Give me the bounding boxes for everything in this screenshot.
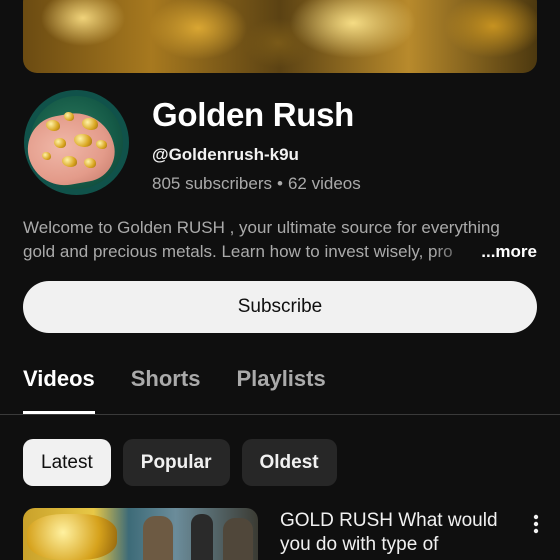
more-link[interactable]: ...more — [481, 242, 537, 261]
description-line-truncated: gold and precious metals. Learn how to i… — [23, 240, 537, 264]
tab-videos[interactable]: Videos — [23, 366, 95, 414]
channel-stats: 805 subscribers • 62 videos — [152, 174, 361, 194]
chip-oldest[interactable]: Oldest — [241, 439, 337, 486]
tab-playlists[interactable]: Playlists — [236, 366, 325, 414]
stats-separator: • — [277, 174, 283, 193]
channel-avatar[interactable] — [24, 90, 129, 195]
video-thumbnail[interactable] — [23, 508, 258, 560]
channel-name: Golden Rush — [152, 96, 355, 133]
description-line: Welcome to Golden RUSH , your ultimate s… — [23, 218, 500, 237]
chip-popular[interactable]: Popular — [122, 439, 230, 486]
description-text: gold and precious metals. Learn how to i… — [23, 242, 453, 261]
video-title[interactable]: GOLD RUSH What would you do with type of — [280, 509, 510, 557]
sort-chips: Latest Popular Oldest — [23, 439, 349, 486]
subscribe-button[interactable]: Subscribe — [23, 281, 537, 333]
tab-shorts[interactable]: Shorts — [131, 366, 201, 414]
more-vertical-icon[interactable] — [528, 512, 544, 536]
channel-tabs: Videos Shorts Playlists — [23, 366, 362, 414]
channel-handle: @Goldenrush-k9u — [152, 145, 299, 164]
tabs-divider — [0, 414, 560, 415]
channel-page: Golden Rush @Goldenrush-k9u 805 subscrib… — [0, 0, 560, 560]
channel-banner — [23, 0, 537, 73]
subscriber-count: 805 subscribers — [152, 174, 273, 193]
video-count: 62 videos — [287, 174, 361, 193]
chip-latest[interactable]: Latest — [23, 439, 111, 486]
channel-description[interactable]: Welcome to Golden RUSH , your ultimate s… — [23, 216, 537, 264]
